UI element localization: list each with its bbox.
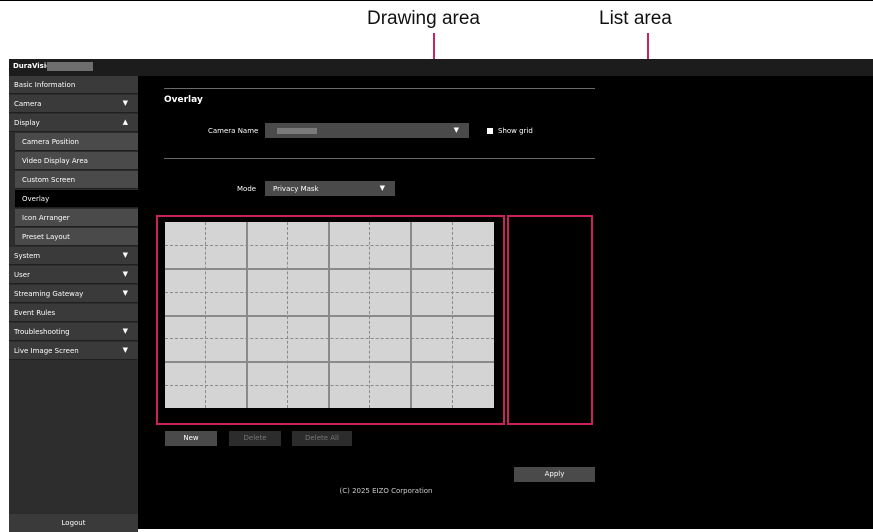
app-window: DuraVision Basic Information Camera ▼ Di… bbox=[9, 59, 873, 532]
sidebar-item-live-image-screen[interactable]: Live Image Screen ▼ bbox=[9, 342, 138, 360]
sidebar-item-icon-arranger[interactable]: Icon Arranger bbox=[15, 209, 138, 227]
sidebar-item-label: Camera bbox=[14, 100, 42, 108]
chevron-down-icon: ▼ bbox=[379, 184, 385, 192]
sidebar-item-camera-position[interactable]: Camera Position bbox=[15, 133, 138, 151]
camera-name-redacted bbox=[277, 128, 317, 134]
grid-line-dashed bbox=[165, 385, 494, 387]
sidebar-item-label: Camera Position bbox=[22, 138, 79, 146]
divider bbox=[164, 88, 595, 89]
chevron-down-icon: ▼ bbox=[122, 270, 128, 278]
grid-line-solid bbox=[165, 361, 494, 363]
sidebar-item-label: Preset Layout bbox=[22, 233, 70, 241]
show-grid-checkbox[interactable] bbox=[487, 128, 493, 134]
sidebar-item-overlay[interactable]: Overlay bbox=[15, 190, 138, 208]
sidebar-item-label: Icon Arranger bbox=[22, 214, 70, 222]
sidebar-item-streaming-gateway[interactable]: Streaming Gateway ▼ bbox=[9, 285, 138, 303]
sidebar-item-troubleshooting[interactable]: Troubleshooting ▼ bbox=[9, 323, 138, 341]
camera-name-select[interactable]: ▼ bbox=[265, 123, 469, 138]
sidebar-item-system[interactable]: System ▼ bbox=[9, 247, 138, 265]
grid-line-dashed bbox=[165, 292, 494, 294]
divider bbox=[164, 158, 595, 159]
chevron-down-icon: ▼ bbox=[122, 289, 128, 297]
new-button[interactable]: New bbox=[165, 431, 217, 446]
sidebar-item-custom-screen[interactable]: Custom Screen bbox=[15, 171, 138, 189]
sidebar-item-label: Troubleshooting bbox=[14, 328, 70, 336]
show-grid-label: Show grid bbox=[498, 127, 533, 135]
mode-select-value: Privacy Mask bbox=[273, 185, 319, 193]
sidebar-item-label: Display bbox=[14, 119, 40, 127]
camera-name-label: Camera Name bbox=[208, 127, 259, 135]
chevron-down-icon: ▼ bbox=[122, 346, 128, 354]
apply-button[interactable]: Apply bbox=[514, 467, 595, 482]
chevron-up-icon: ▲ bbox=[122, 118, 128, 126]
chevron-down-icon: ▼ bbox=[122, 251, 128, 259]
grid-line-solid bbox=[165, 268, 494, 270]
chevron-down-icon: ▼ bbox=[122, 327, 128, 335]
sidebar-item-label: Streaming Gateway bbox=[14, 290, 84, 298]
chevron-down-icon: ▼ bbox=[122, 99, 128, 107]
copyright-text: (C) 2025 EIZO Corporation bbox=[339, 487, 433, 495]
list-area-callout: List area bbox=[599, 8, 672, 29]
sidebar-item-label: Video Display Area bbox=[22, 157, 88, 165]
main-content: Overlay Camera Name ▼ Show grid Mode Pri… bbox=[138, 76, 873, 529]
model-name-redacted bbox=[47, 62, 93, 71]
delete-button[interactable]: Delete bbox=[229, 431, 281, 446]
sidebar-item-label: Overlay bbox=[22, 195, 50, 203]
sidebar-item-preset-layout[interactable]: Preset Layout bbox=[15, 228, 138, 246]
list-area[interactable] bbox=[507, 215, 593, 425]
sidebar-item-user[interactable]: User ▼ bbox=[9, 266, 138, 284]
sidebar-item-basic-information[interactable]: Basic Information bbox=[9, 76, 138, 94]
sidebar-item-camera[interactable]: Camera ▼ bbox=[9, 95, 138, 113]
delete-all-button[interactable]: Delete All bbox=[292, 431, 352, 446]
drawing-area-callout: Drawing area bbox=[367, 8, 480, 29]
sidebar-item-label: Basic Information bbox=[14, 81, 76, 89]
grid-line-solid bbox=[165, 315, 494, 317]
mode-label: Mode bbox=[237, 185, 257, 193]
grid-line-dashed bbox=[165, 245, 494, 247]
sidebar-item-label: Custom Screen bbox=[22, 176, 76, 184]
sidebar: Basic Information Camera ▼ Display ▲ Cam… bbox=[9, 76, 138, 532]
top-border-line bbox=[0, 0, 873, 1]
sidebar-item-event-rules[interactable]: Event Rules bbox=[9, 304, 138, 322]
sidebar-item-display[interactable]: Display ▲ bbox=[9, 114, 138, 132]
sidebar-item-label: System bbox=[14, 252, 41, 260]
page-title: Overlay bbox=[164, 95, 203, 105]
grid-line-dashed bbox=[165, 338, 494, 340]
sidebar-item-video-display-area[interactable]: Video Display Area bbox=[15, 152, 138, 170]
title-bar: DuraVision bbox=[9, 59, 873, 76]
logout-button[interactable]: Logout bbox=[9, 514, 138, 532]
sidebar-item-label: Live Image Screen bbox=[14, 347, 79, 355]
mode-select[interactable]: Privacy Mask ▼ bbox=[265, 181, 395, 196]
sidebar-item-label: Event Rules bbox=[14, 309, 56, 317]
sidebar-item-label: User bbox=[14, 271, 30, 279]
chevron-down-icon: ▼ bbox=[453, 126, 459, 134]
drawing-grid-canvas[interactable] bbox=[165, 222, 494, 408]
